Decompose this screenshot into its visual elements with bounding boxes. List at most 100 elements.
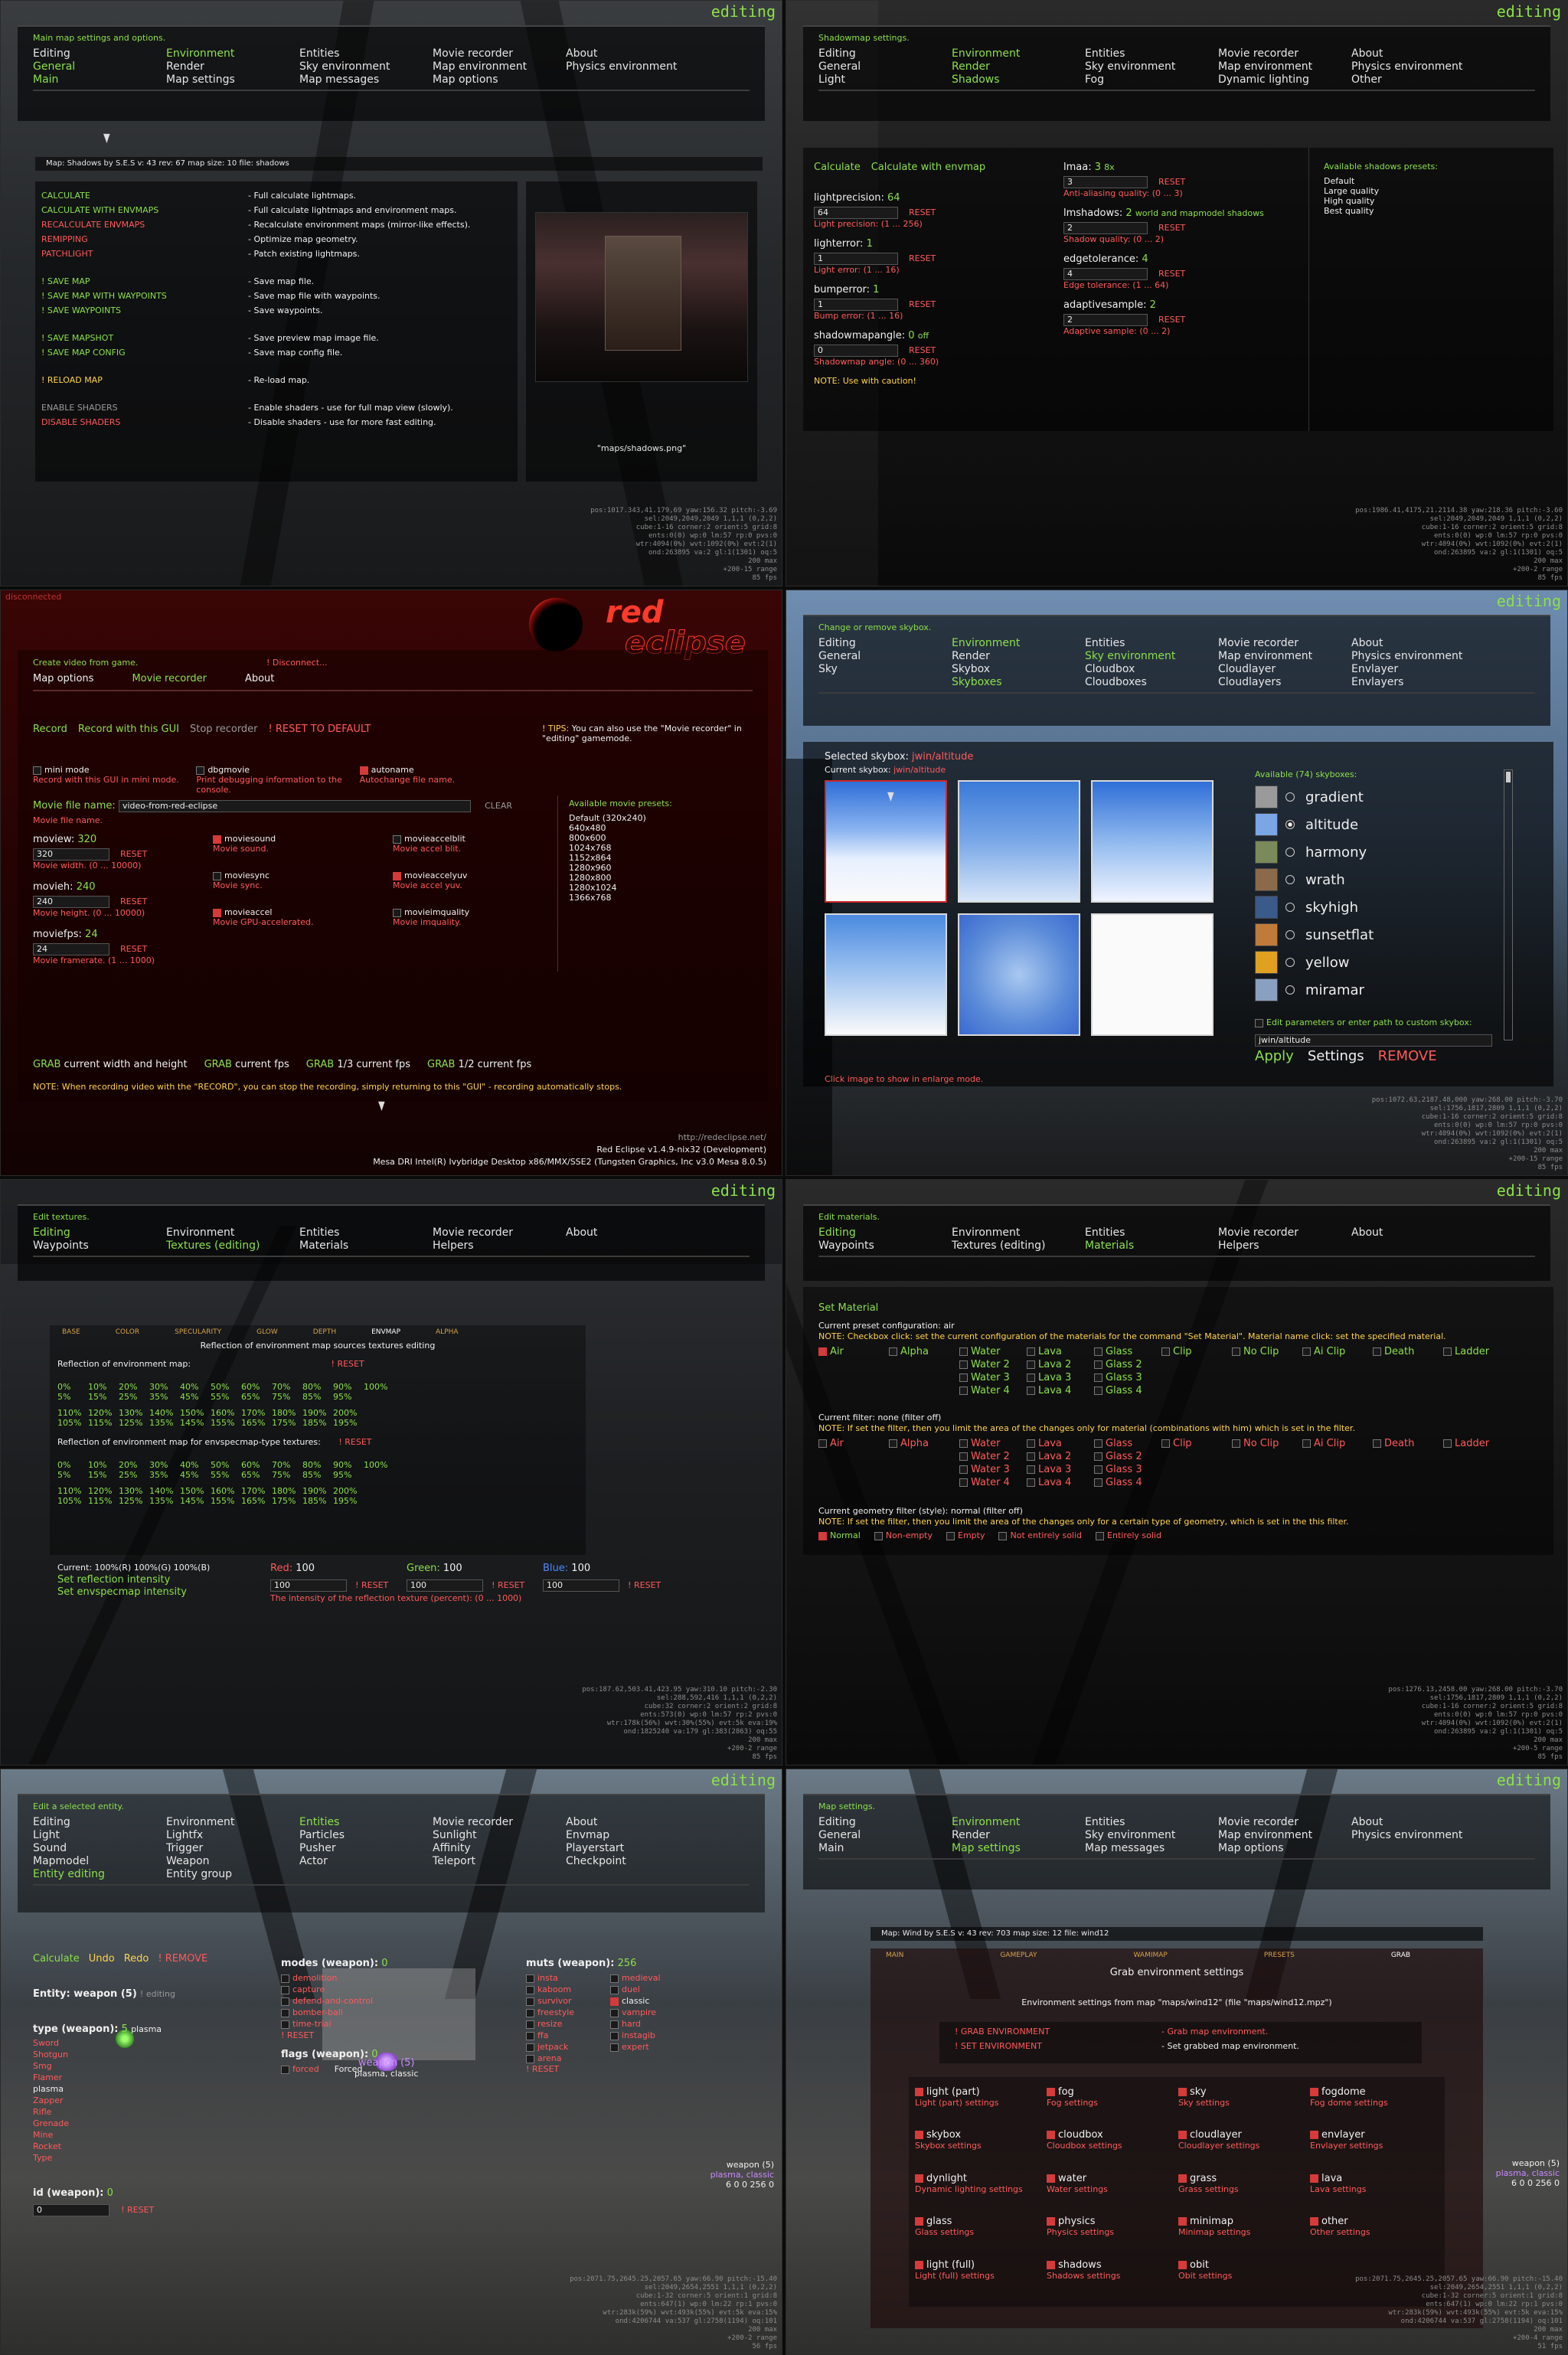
env-item[interactable]: shadows Shadows settings bbox=[1047, 2259, 1178, 2298]
percent-option[interactable]: 165% bbox=[241, 1496, 272, 1506]
mode-name[interactable]: demolition bbox=[292, 1973, 337, 1983]
settings-button[interactable]: Settings bbox=[1308, 1048, 1364, 1064]
checkbox-box[interactable] bbox=[874, 1531, 883, 1540]
menu-item[interactable]: Main bbox=[33, 73, 166, 87]
checkbox-box[interactable] bbox=[818, 1531, 827, 1540]
checkbox-box[interactable] bbox=[393, 908, 401, 917]
env-item[interactable]: grass Grass settings bbox=[1178, 2173, 1310, 2211]
percent-option[interactable]: 190% bbox=[302, 1486, 333, 1496]
menu-item[interactable]: Movie recorder bbox=[433, 1816, 566, 1829]
percent-option[interactable]: 10% bbox=[88, 1460, 119, 1470]
percent-option[interactable]: 95% bbox=[333, 1470, 364, 1480]
mode-name[interactable]: ! RESET bbox=[281, 2030, 314, 2040]
stop-recorder-button[interactable]: Stop recorder bbox=[190, 723, 258, 735]
mode-option[interactable]: time-trial bbox=[281, 2018, 387, 2030]
setting-input[interactable]: 1 bbox=[814, 253, 898, 265]
env-item[interactable]: other Other settings bbox=[1310, 2216, 1442, 2254]
checkbox-box[interactable] bbox=[915, 2260, 923, 2269]
weapon-type-option[interactable]: Grenade bbox=[33, 2118, 69, 2129]
menu-item[interactable]: Fog bbox=[1085, 73, 1218, 87]
material-cell[interactable]: Ladder bbox=[1443, 1437, 1514, 1450]
checkbox-box[interactable] bbox=[959, 1360, 968, 1369]
menu-item[interactable]: Cloudbox bbox=[1085, 663, 1218, 676]
menu-item[interactable]: Entities bbox=[299, 1226, 433, 1240]
material-cell[interactable]: Glass 3 bbox=[1094, 1463, 1161, 1476]
percent-option[interactable]: 175% bbox=[272, 1496, 302, 1506]
material-cell[interactable]: Glass bbox=[1094, 1345, 1161, 1358]
percent-option[interactable]: 110% bbox=[57, 1408, 88, 1418]
checkbox-box[interactable] bbox=[1232, 1347, 1240, 1356]
env-item-title[interactable]: grass bbox=[1178, 2173, 1310, 2184]
env-item[interactable]: cloudbox Cloudbox settings bbox=[1047, 2129, 1178, 2167]
grab-item[interactable]: GRAB 1/2 current fps bbox=[427, 1059, 531, 1070]
menu-item[interactable]: Physics environment bbox=[1351, 60, 1485, 73]
percent-option[interactable]: 170% bbox=[241, 1486, 272, 1496]
setting-input[interactable]: 2 bbox=[1063, 222, 1148, 234]
menu-item[interactable]: Sky environment bbox=[299, 60, 433, 73]
env-item[interactable]: glass Glass settings bbox=[915, 2216, 1047, 2254]
skybox-list-item[interactable]: harmony bbox=[1255, 838, 1492, 866]
menu-item[interactable]: Skyboxes bbox=[952, 676, 1085, 689]
mut-option[interactable]: expert bbox=[610, 2041, 687, 2053]
menu-item[interactable]: Render bbox=[952, 650, 1085, 663]
weapon-type-option[interactable]: Flamer bbox=[33, 2072, 69, 2083]
percent-option[interactable]: 100% bbox=[364, 1382, 394, 1392]
checkbox-box[interactable] bbox=[1096, 1531, 1105, 1540]
checkbox-box[interactable] bbox=[526, 2008, 534, 2017]
env-item-name[interactable]: cloudlayer bbox=[1190, 2129, 1242, 2141]
checkbox-box[interactable] bbox=[526, 2031, 534, 2040]
mut-name[interactable]: insta bbox=[537, 1973, 558, 1983]
menu-item[interactable]: Sky environment bbox=[1085, 60, 1218, 73]
env-item-name[interactable]: water bbox=[1058, 2173, 1086, 2184]
mut-name[interactable]: hard bbox=[622, 2019, 641, 2029]
env-item[interactable]: sky Sky settings bbox=[1178, 2086, 1310, 2125]
material-name[interactable]: Water 3 bbox=[971, 1464, 1010, 1475]
preset-item[interactable]: Best quality bbox=[1324, 206, 1438, 216]
geometry-name[interactable]: Entirely solid bbox=[1107, 1530, 1161, 1540]
checkbox-box[interactable] bbox=[526, 2043, 534, 2052]
skybox-face-tile[interactable] bbox=[825, 780, 947, 903]
skybox-face-tile[interactable] bbox=[1091, 780, 1214, 903]
checkbox-box[interactable] bbox=[1094, 1452, 1102, 1461]
preset-item[interactable]: 1152x864 bbox=[569, 853, 672, 863]
weapon-type-option[interactable]: Mine bbox=[33, 2129, 69, 2141]
material-cell[interactable]: Water bbox=[959, 1437, 1027, 1450]
action-button[interactable]: REMIPPING bbox=[41, 234, 248, 249]
percent-option[interactable]: 40% bbox=[180, 1382, 211, 1392]
percent-option[interactable]: 120% bbox=[88, 1486, 119, 1496]
env-item-title[interactable]: other bbox=[1310, 2216, 1442, 2227]
mut-option[interactable]: classic bbox=[610, 1995, 687, 2007]
checkbox-box[interactable] bbox=[1310, 2174, 1318, 2183]
checkbox-box[interactable] bbox=[915, 2088, 923, 2096]
env-item[interactable]: fog Fog settings bbox=[1047, 2086, 1178, 2125]
percent-option[interactable]: 30% bbox=[149, 1460, 180, 1470]
set-envspec-button[interactable]: Set envspecmap intensity bbox=[57, 1586, 187, 1598]
menu-item[interactable]: Entities bbox=[299, 47, 433, 60]
material-name[interactable]: Ai Clip bbox=[1314, 1346, 1345, 1357]
menu-item[interactable]: Editing bbox=[33, 47, 166, 60]
skybox-list-item[interactable]: gradient bbox=[1255, 783, 1492, 811]
checkbox-box[interactable] bbox=[1094, 1373, 1102, 1382]
mut-name[interactable]: vampire bbox=[622, 2007, 656, 2017]
env-item-title[interactable]: skybox bbox=[915, 2129, 1047, 2141]
grab-item[interactable]: GRAB 1/3 current fps bbox=[306, 1059, 410, 1070]
checkbox-box[interactable] bbox=[213, 871, 221, 880]
mut-option[interactable]: ffa bbox=[526, 2030, 610, 2041]
reset-button[interactable]: RESET bbox=[909, 207, 936, 217]
percent-option[interactable]: 20% bbox=[119, 1382, 149, 1392]
menu-item[interactable]: Environment bbox=[952, 1226, 1085, 1240]
checkbox-box[interactable] bbox=[1027, 1439, 1035, 1448]
material-cell[interactable]: Air bbox=[818, 1345, 889, 1358]
checkbox-box[interactable] bbox=[393, 871, 401, 880]
percent-option[interactable]: 25% bbox=[119, 1392, 149, 1402]
material-cell[interactable]: Clip bbox=[1161, 1437, 1232, 1450]
percent-option[interactable]: 125% bbox=[119, 1418, 149, 1428]
set-material-button[interactable]: Set Material bbox=[818, 1302, 878, 1314]
tab-alpha[interactable]: ALPHA bbox=[436, 1328, 459, 1336]
env-item-title[interactable]: light (full) bbox=[915, 2259, 1047, 2271]
menu-item[interactable]: Textures (editing) bbox=[952, 1240, 1085, 1253]
percent-option[interactable]: 140% bbox=[149, 1486, 180, 1496]
material-name[interactable]: No Clip bbox=[1243, 1438, 1279, 1449]
material-name[interactable]: Water 2 bbox=[971, 1359, 1010, 1370]
percent-option[interactable]: 175% bbox=[272, 1418, 302, 1428]
